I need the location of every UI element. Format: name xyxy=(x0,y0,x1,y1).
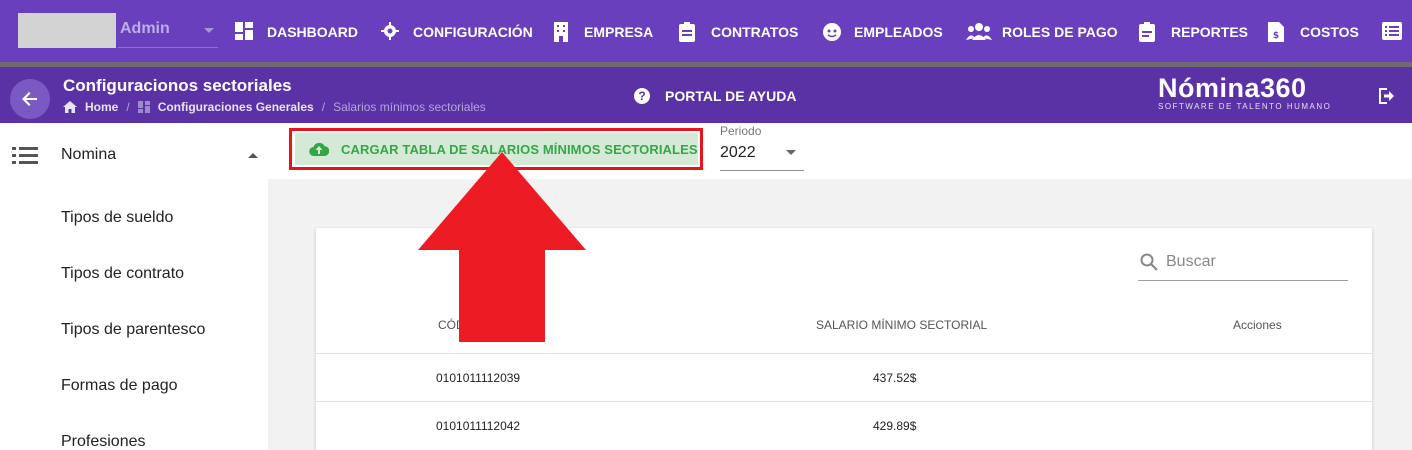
period-label: Periodo xyxy=(720,124,762,138)
nav-costos[interactable]: $ COSTOS xyxy=(1268,18,1359,46)
building-icon xyxy=(552,22,572,42)
nav-roles-de-pago-label: ROLES DE PAGO xyxy=(1002,24,1118,40)
nav-empresa[interactable]: EMPRESA xyxy=(552,18,653,46)
nav-dashboard-label: DASHBOARD xyxy=(267,24,358,40)
annotation-arrow xyxy=(418,152,586,342)
sidebar-section-nomina[interactable]: Nomina xyxy=(0,137,268,173)
sidebar-section-label: Nomina xyxy=(61,146,117,163)
nav-contratos-label: CONTRATOS xyxy=(711,24,799,40)
svg-text:$: $ xyxy=(1273,31,1279,41)
table-divider xyxy=(316,401,1372,402)
search-placeholder: Buscar xyxy=(1166,253,1216,270)
nav-dashboard[interactable]: DASHBOARD xyxy=(235,18,358,46)
nav-empresa-label: EMPRESA xyxy=(584,24,654,40)
help-icon: ? xyxy=(634,88,650,104)
nav-roles-de-pago[interactable]: ROLES DE PAGO xyxy=(966,18,1118,46)
brand-name: Nómina360 xyxy=(1158,73,1307,103)
sidebar-item-tipos-de-sueldo[interactable]: Tipos de sueldo xyxy=(61,209,173,227)
table-cell-salary: 429.89$ xyxy=(873,419,917,433)
nav-contratos[interactable]: CONTRATOS xyxy=(679,18,798,46)
sidebar-item-formas-de-pago[interactable]: Formas de pago xyxy=(61,377,178,395)
breadcrumb-current: Salarios mínimos sectoriales xyxy=(333,100,486,114)
invoice-icon: $ xyxy=(1268,22,1288,42)
nav-empleados[interactable]: EMPLEADOS xyxy=(822,18,943,46)
sidebar-item-tipos-de-parentesco[interactable]: Tipos de parentesco xyxy=(61,321,205,339)
page-title: Configuracionos sectoriales xyxy=(63,76,292,95)
report-icon xyxy=(1139,22,1159,42)
table-cell-code: 0101011112042 xyxy=(436,419,521,433)
user-name: Admin xyxy=(120,20,170,37)
people-icon xyxy=(966,22,992,42)
nav-costos-label: COSTOS xyxy=(1300,24,1359,40)
nav-empleados-label: EMPLEADOS xyxy=(854,24,943,40)
nav-reportes[interactable]: REPORTES xyxy=(1139,18,1248,46)
help-portal-label: PORTAL DE AYUDA xyxy=(665,88,797,104)
nav-configuracion[interactable]: CONFIGURACIÓN xyxy=(381,18,533,46)
face-icon xyxy=(822,22,842,42)
nav-reportes-label: REPORTES xyxy=(1171,24,1249,40)
breadcrumb-home[interactable]: Home xyxy=(85,100,118,114)
table-cell-salary: 437.52$ xyxy=(873,371,917,385)
list-icon xyxy=(1382,22,1402,42)
logout-icon[interactable] xyxy=(1377,86,1397,106)
chevron-down-icon xyxy=(786,150,796,155)
dashboard-icon xyxy=(235,22,255,42)
help-portal-link[interactable]: ? PORTAL DE AYUDA xyxy=(634,88,796,104)
search-icon xyxy=(1140,253,1158,271)
nav-more[interactable] xyxy=(1382,18,1412,46)
search-input[interactable]: Buscar xyxy=(1138,248,1348,281)
dashboard-icon xyxy=(137,101,150,113)
nav-configuracion-label: CONFIGURACIÓN xyxy=(413,24,533,40)
back-button[interactable] xyxy=(10,79,50,119)
cloud-upload-icon xyxy=(309,141,330,157)
brand-logo: Nómina360 SOFTWARE DE TALENTO HUMANO xyxy=(1158,73,1338,117)
avatar[interactable] xyxy=(18,13,116,48)
table-cell-code: 0101011112039 xyxy=(436,371,521,385)
chevron-down-icon xyxy=(204,28,214,33)
gear-icon xyxy=(381,22,401,42)
list-icon xyxy=(12,147,38,165)
sidebar-item-profesiones[interactable]: Profesiones xyxy=(61,433,146,450)
sidebar: Nomina Tipos de sueldo Tipos de contrato… xyxy=(0,123,268,450)
breadcrumb-separator: / xyxy=(126,100,130,114)
breadcrumb-separator: / xyxy=(321,100,326,114)
home-icon xyxy=(63,101,77,113)
breadcrumb-configuraciones-generales[interactable]: Configuraciones Generales xyxy=(158,100,314,114)
brand-tagline: SOFTWARE DE TALENTO HUMANO xyxy=(1158,102,1332,111)
period-select[interactable]: Periodo 2022 xyxy=(720,124,804,171)
arrow-left-icon xyxy=(22,92,37,106)
chevron-up-icon xyxy=(248,153,258,158)
user-select[interactable]: Admin xyxy=(118,13,218,48)
column-header-acciones: Acciones xyxy=(1233,318,1282,332)
table-divider xyxy=(316,353,1372,354)
column-header-salario[interactable]: SALARIO MÍNIMO SECTORIAL xyxy=(816,318,987,332)
breadcrumb: Home / Configuraciones Generales / Salar… xyxy=(63,100,486,114)
period-value: 2022 xyxy=(720,144,756,161)
sidebar-item-tipos-de-contrato[interactable]: Tipos de contrato xyxy=(61,265,184,283)
clipboard-icon xyxy=(679,22,699,42)
